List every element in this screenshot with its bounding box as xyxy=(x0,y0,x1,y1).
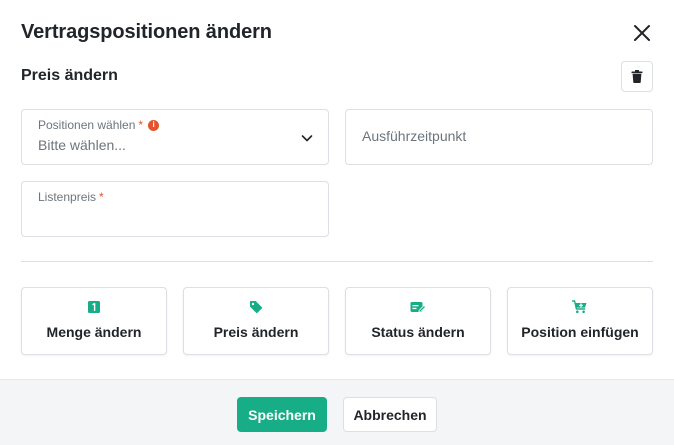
save-button[interactable]: Speichern xyxy=(237,397,327,432)
add-to-cart-icon xyxy=(572,300,587,314)
trash-icon xyxy=(631,70,643,83)
change-status-label: Status ändern xyxy=(371,324,465,340)
change-price-label: Preis ändern xyxy=(213,324,299,340)
cancel-button[interactable]: Abbrechen xyxy=(343,397,437,432)
dialog-title: Vertragspositionen ändern xyxy=(21,21,272,43)
change-quantity-button[interactable]: Menge ändern xyxy=(21,287,167,355)
positions-label-text: Positionen wählen xyxy=(38,118,136,132)
positions-select[interactable]: Positionen wählen * i Bitte wählen... xyxy=(21,109,329,165)
delete-button[interactable] xyxy=(621,61,653,92)
dialog-footer: Speichern Abbrechen xyxy=(0,379,674,445)
list-price-label-text: Listenpreis xyxy=(38,190,97,204)
required-mark: * xyxy=(99,190,104,204)
info-icon[interactable]: i xyxy=(148,119,160,131)
number-one-icon xyxy=(88,301,100,313)
section-title: Preis ändern xyxy=(21,67,118,84)
required-mark: * xyxy=(138,118,144,132)
list-price-label: Listenpreis * xyxy=(38,190,104,204)
close-icon xyxy=(634,25,650,41)
change-quantity-label: Menge ändern xyxy=(46,324,142,340)
insert-position-label: Position einfügen xyxy=(521,324,639,340)
chevron-down-icon xyxy=(301,135,313,142)
price-tag-icon xyxy=(250,301,263,314)
divider xyxy=(21,261,653,262)
execution-time-field[interactable]: Ausführzeitpunkt xyxy=(345,109,653,165)
execution-time-placeholder: Ausführzeitpunkt xyxy=(362,128,467,144)
positions-value: Bitte wählen... xyxy=(38,137,126,153)
change-status-button[interactable]: Status ändern xyxy=(345,287,491,355)
list-price-field[interactable]: Listenpreis * xyxy=(21,181,329,237)
close-button[interactable] xyxy=(630,21,654,45)
change-price-button[interactable]: Preis ändern xyxy=(183,287,329,355)
edit-contract-positions-dialog: Vertragspositionen ändern Preis ändern P… xyxy=(0,0,674,445)
insert-position-button[interactable]: Position einfügen xyxy=(507,287,653,355)
edit-status-icon xyxy=(410,302,426,313)
positions-label: Positionen wählen * i xyxy=(38,118,160,132)
